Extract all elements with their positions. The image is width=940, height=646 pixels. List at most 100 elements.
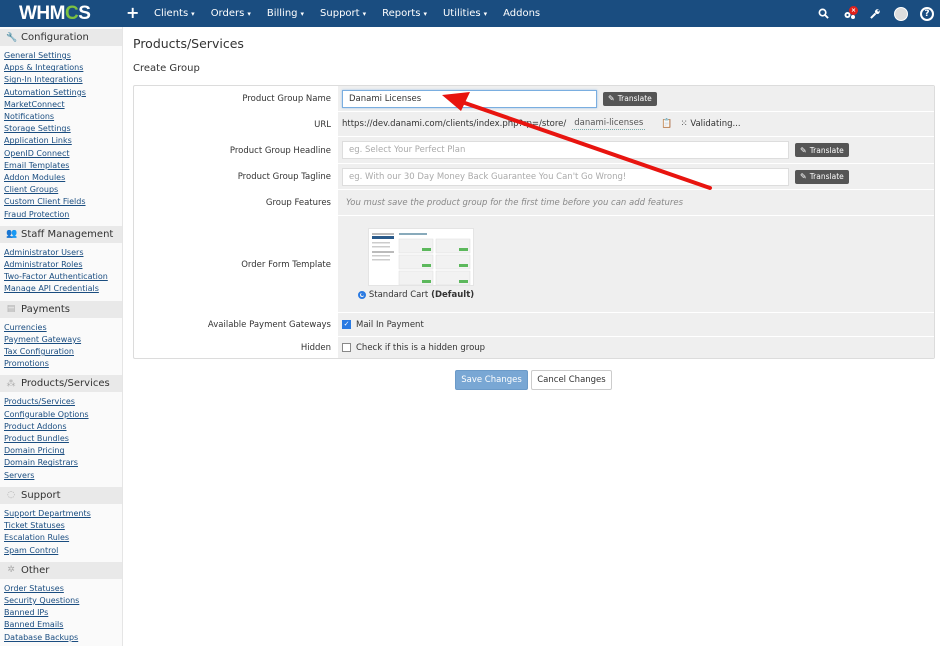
edit-icon: ✎ [800, 145, 807, 155]
standard-cart-radio[interactable] [358, 290, 366, 299]
gateways-label: Available Payment Gateways [207, 320, 331, 330]
sidebar-link-domain-pricing[interactable]: Domain Pricing [4, 445, 122, 457]
spinner-icon: ⁙ [680, 119, 688, 129]
chevron-down-icon: ▾ [362, 10, 367, 18]
sidebar-link-configurable-options[interactable]: Configurable Options [4, 409, 122, 421]
sidebar-link-administrator-roles[interactable]: Administrator Roles [4, 259, 122, 271]
sidebar-link-product-addons[interactable]: Product Addons [4, 421, 122, 433]
cog-icon: ✲ [7, 565, 15, 576]
sidebar-link-payment-gateways[interactable]: Payment Gateways [4, 334, 122, 346]
sidebar-link-client-groups[interactable]: Client Groups [4, 184, 122, 196]
standard-cart-option[interactable]: Standard Cart (Default) [358, 290, 474, 300]
sidebar-section-configuration: 🔧 Configuration [0, 29, 122, 46]
wrench-icon: 🔧 [6, 32, 18, 43]
tagline-input[interactable]: eg. With our 30 Day Money Back Guarantee… [342, 167, 789, 186]
wrench-icon[interactable] [862, 8, 888, 19]
sidebar-link-servers[interactable]: Servers [4, 470, 122, 482]
menu-reports[interactable]: Reports ▾ [382, 8, 427, 19]
sidebar-link-tax-configuration[interactable]: Tax Configuration [4, 346, 122, 358]
row-order-form-template: Order Form Template Standard Cart (Defau… [134, 216, 934, 313]
sidebar-link-database-backups[interactable]: Database Backups [4, 632, 122, 644]
sidebar-link-apps-integrations[interactable]: Apps & Integrations [4, 62, 122, 74]
chevron-down-icon: ▾ [483, 10, 488, 18]
whmcs-logo[interactable]: WHMCS [19, 3, 91, 25]
sidebar-link-addon-modules[interactable]: Addon Modules [4, 172, 122, 184]
translate-headline-button[interactable]: ✎ Translate [795, 143, 849, 157]
sidebar-section-products-services: ⁂ Products/Services [0, 375, 122, 393]
sidebar-link-manage-api-credentials[interactable]: Manage API Credentials [4, 283, 122, 295]
standard-cart-thumbnail[interactable] [368, 228, 474, 286]
menu-support[interactable]: Support ▾ [320, 8, 366, 19]
sidebar-link-notifications[interactable]: Notifications [4, 111, 122, 123]
hidden-group-checkbox[interactable] [342, 343, 351, 352]
cancel-changes-button[interactable]: Cancel Changes [531, 370, 612, 390]
chevron-down-icon: ▾ [423, 10, 427, 18]
tagline-label: Product Group Tagline [237, 172, 331, 182]
sidebar-link-security-questions[interactable]: Security Questions [4, 595, 122, 607]
hidden-label: Hidden [300, 342, 331, 353]
avatar[interactable] [888, 6, 914, 21]
sidebar-link-products-services[interactable]: Products/Services [4, 396, 122, 408]
sidebar-link-storage-settings[interactable]: Storage Settings [4, 123, 122, 135]
menu-orders[interactable]: Orders ▾ [211, 8, 251, 19]
sidebar-link-ticket-statuses[interactable]: Ticket Statuses [4, 520, 122, 532]
menu-clients[interactable]: Clients ▾ [154, 8, 195, 19]
sidebar-link-automation-settings[interactable]: Automation Settings [4, 87, 122, 99]
top-navbar: WHMCS + Clients ▾ Orders ▾ Billing ▾ Support ▾ R… [0, 0, 940, 27]
save-changes-button[interactable]: Save Changes [455, 370, 528, 390]
sidebar-link-general-settings[interactable]: General Settings [4, 50, 122, 62]
menu-utilities[interactable]: Utilities ▾ [443, 8, 487, 19]
sidebar-link-application-links[interactable]: Application Links [4, 135, 122, 147]
clipboard-icon[interactable]: 📋 [661, 119, 672, 129]
sidebar-link-banned-emails[interactable]: Banned Emails [4, 619, 122, 631]
row-hidden: Hidden Check if this is a hidden group [134, 337, 934, 358]
url-slug-input[interactable]: danami-licenses [572, 118, 646, 130]
mail-in-payment-checkbox[interactable]: ✓ [342, 320, 351, 329]
search-icon[interactable] [810, 8, 836, 19]
sidebar-link-two-factor-authentication[interactable]: Two-Factor Authentication [4, 271, 122, 283]
main-menu: Clients ▾ Orders ▾ Billing ▾ Support ▾ Reports ▾ U… [154, 0, 556, 27]
support-icon: ◌ [7, 490, 15, 501]
add-new-icon[interactable]: + [126, 3, 139, 22]
sidebar-link-order-statuses[interactable]: Order Statuses [4, 583, 122, 595]
sidebar: 🔧 Configuration General Settings Apps & Int… [0, 27, 123, 646]
sidebar-link-marketconnect[interactable]: MarketConnect [4, 99, 122, 111]
sidebar-link-product-bundles[interactable]: Product Bundles [4, 433, 122, 445]
sidebar-link-fraud-protection[interactable]: Fraud Protection [4, 209, 122, 221]
translate-tagline-button[interactable]: ✎ Translate [795, 169, 849, 184]
sidebar-link-spam-control[interactable]: Spam Control [4, 545, 122, 557]
url-label: URL [314, 119, 331, 130]
features-label: Group Features [265, 198, 331, 208]
notification-badge: × [849, 5, 858, 15]
row-tagline: Product Group Tagline eg. With our 30 Da… [134, 164, 934, 190]
menu-addons[interactable]: Addons [503, 8, 540, 19]
edit-icon: ✎ [608, 94, 615, 103]
sidebar-link-support-departments[interactable]: Support Departments [4, 508, 122, 520]
sidebar-section-payments: ▤ Payments [0, 300, 122, 318]
cubes-icon: ⁂ [6, 378, 16, 389]
menu-billing[interactable]: Billing ▾ [267, 8, 304, 19]
sidebar-link-currencies[interactable]: Currencies [4, 322, 122, 334]
group-name-label: Product Group Name [242, 94, 331, 104]
row-group-features: Group Features You must save the product… [134, 190, 934, 216]
sidebar-link-email-templates[interactable]: Email Templates [4, 160, 122, 172]
sidebar-link-promotions[interactable]: Promotions [4, 358, 122, 370]
money-icon: ▤ [6, 304, 16, 315]
headline-input[interactable]: eg. Select Your Perfect Plan [342, 141, 789, 159]
gears-icon[interactable]: × [836, 5, 862, 20]
sidebar-link-custom-client-fields[interactable]: Custom Client Fields [4, 196, 122, 208]
group-name-input[interactable]: Danami Licenses [342, 89, 597, 108]
template-label: Order Form Template [241, 259, 331, 270]
chevron-down-icon: ▾ [191, 10, 195, 18]
sidebar-link-banned-ips[interactable]: Banned IPs [4, 607, 122, 619]
sidebar-link-escalation-rules[interactable]: Escalation Rules [4, 532, 122, 544]
sidebar-link-domain-registrars[interactable]: Domain Registrars [4, 457, 122, 469]
sidebar-link-administrator-users[interactable]: Administrator Users [4, 247, 122, 259]
sidebar-link-sign-in-integrations[interactable]: Sign-In Integrations [4, 74, 122, 86]
edit-icon: ✎ [800, 172, 807, 181]
sidebar-section-staff-management: 👥 Staff Management [0, 225, 122, 243]
sidebar-link-openid-connect[interactable]: OpenID Connect [4, 148, 122, 160]
translate-name-button[interactable]: ✎ Translate [603, 91, 657, 106]
help-icon[interactable]: ? [914, 6, 940, 21]
row-url: URL https://dev.danami.com/clients/index… [134, 112, 934, 137]
